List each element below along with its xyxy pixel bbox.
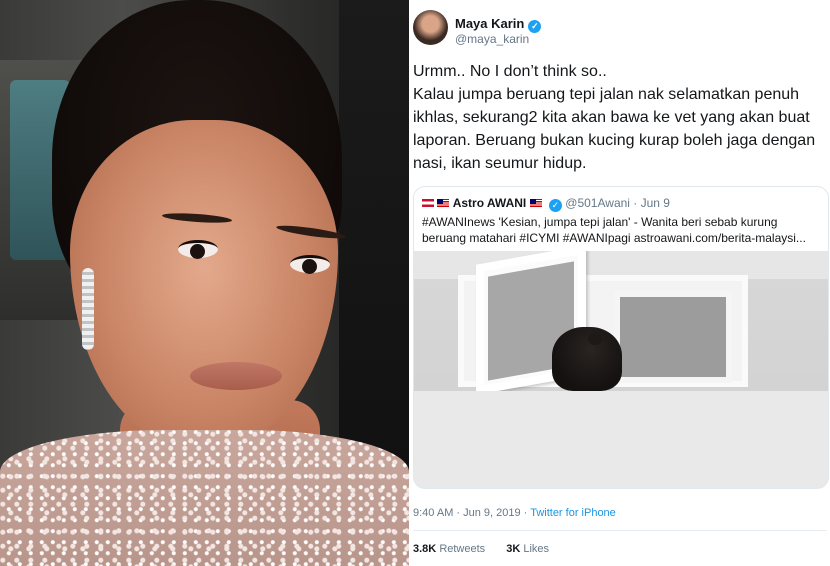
quoted-author-name[interactable]: Astro AWANI [453, 196, 527, 210]
likes-label: Likes [523, 543, 550, 555]
likes-count: 3K [506, 543, 521, 555]
divider [413, 530, 827, 531]
verified-badge-icon: ✓ [548, 199, 562, 212]
author-handle[interactable]: @maya_karin [455, 32, 529, 46]
tweet-card: Maya Karin ✓ @maya_karin Urmm.. No I don’… [411, 0, 830, 566]
quoted-date: · Jun 9 [633, 196, 670, 210]
retweets-count: 3.8K [413, 543, 437, 555]
retweets-stat[interactable]: 3.8K Retweets [413, 543, 485, 555]
quoted-author-handle: @501Awani [565, 196, 630, 210]
avatar[interactable] [413, 10, 448, 45]
quoted-tweet-text: #AWANInews 'Kesian, jumpa tepi jalan' - … [422, 215, 806, 245]
tweet-source-link[interactable]: Twitter for iPhone [530, 507, 616, 519]
malaysia-flag-icon [437, 199, 450, 207]
verified-badge-icon: ✓ [528, 20, 542, 33]
author-name[interactable]: Maya Karin ✓ [455, 16, 542, 33]
likes-stat[interactable]: 3K Likes [506, 543, 549, 555]
author-name-text[interactable]: Maya Karin [455, 16, 524, 31]
sun-bear-photo [552, 327, 622, 391]
tweet-text: Urmm.. No I don’t think so.. Kalau jumpa… [413, 63, 816, 172]
earring [82, 268, 94, 350]
quoted-tweet-image[interactable] [414, 251, 828, 488]
tweet-timestamp[interactable]: 9:40 AM · Jun 9, 2019 · [413, 507, 530, 519]
flag-icon [422, 199, 434, 207]
portrait-photo [0, 0, 409, 566]
malaysia-flag-icon [529, 199, 542, 207]
retweets-label: Retweets [439, 543, 486, 555]
tweet-stats: 3.8K Retweets 3K Likes [413, 543, 549, 555]
quoted-tweet-header: Astro AWANI ✓ @501Awani · Jun 9 [422, 196, 670, 212]
quoted-tweet[interactable]: Astro AWANI ✓ @501Awani · Jun 9 #AWANIne… [413, 186, 829, 489]
tweet-meta: 9:40 AM · Jun 9, 2019 · Twitter for iPho… [413, 507, 616, 519]
